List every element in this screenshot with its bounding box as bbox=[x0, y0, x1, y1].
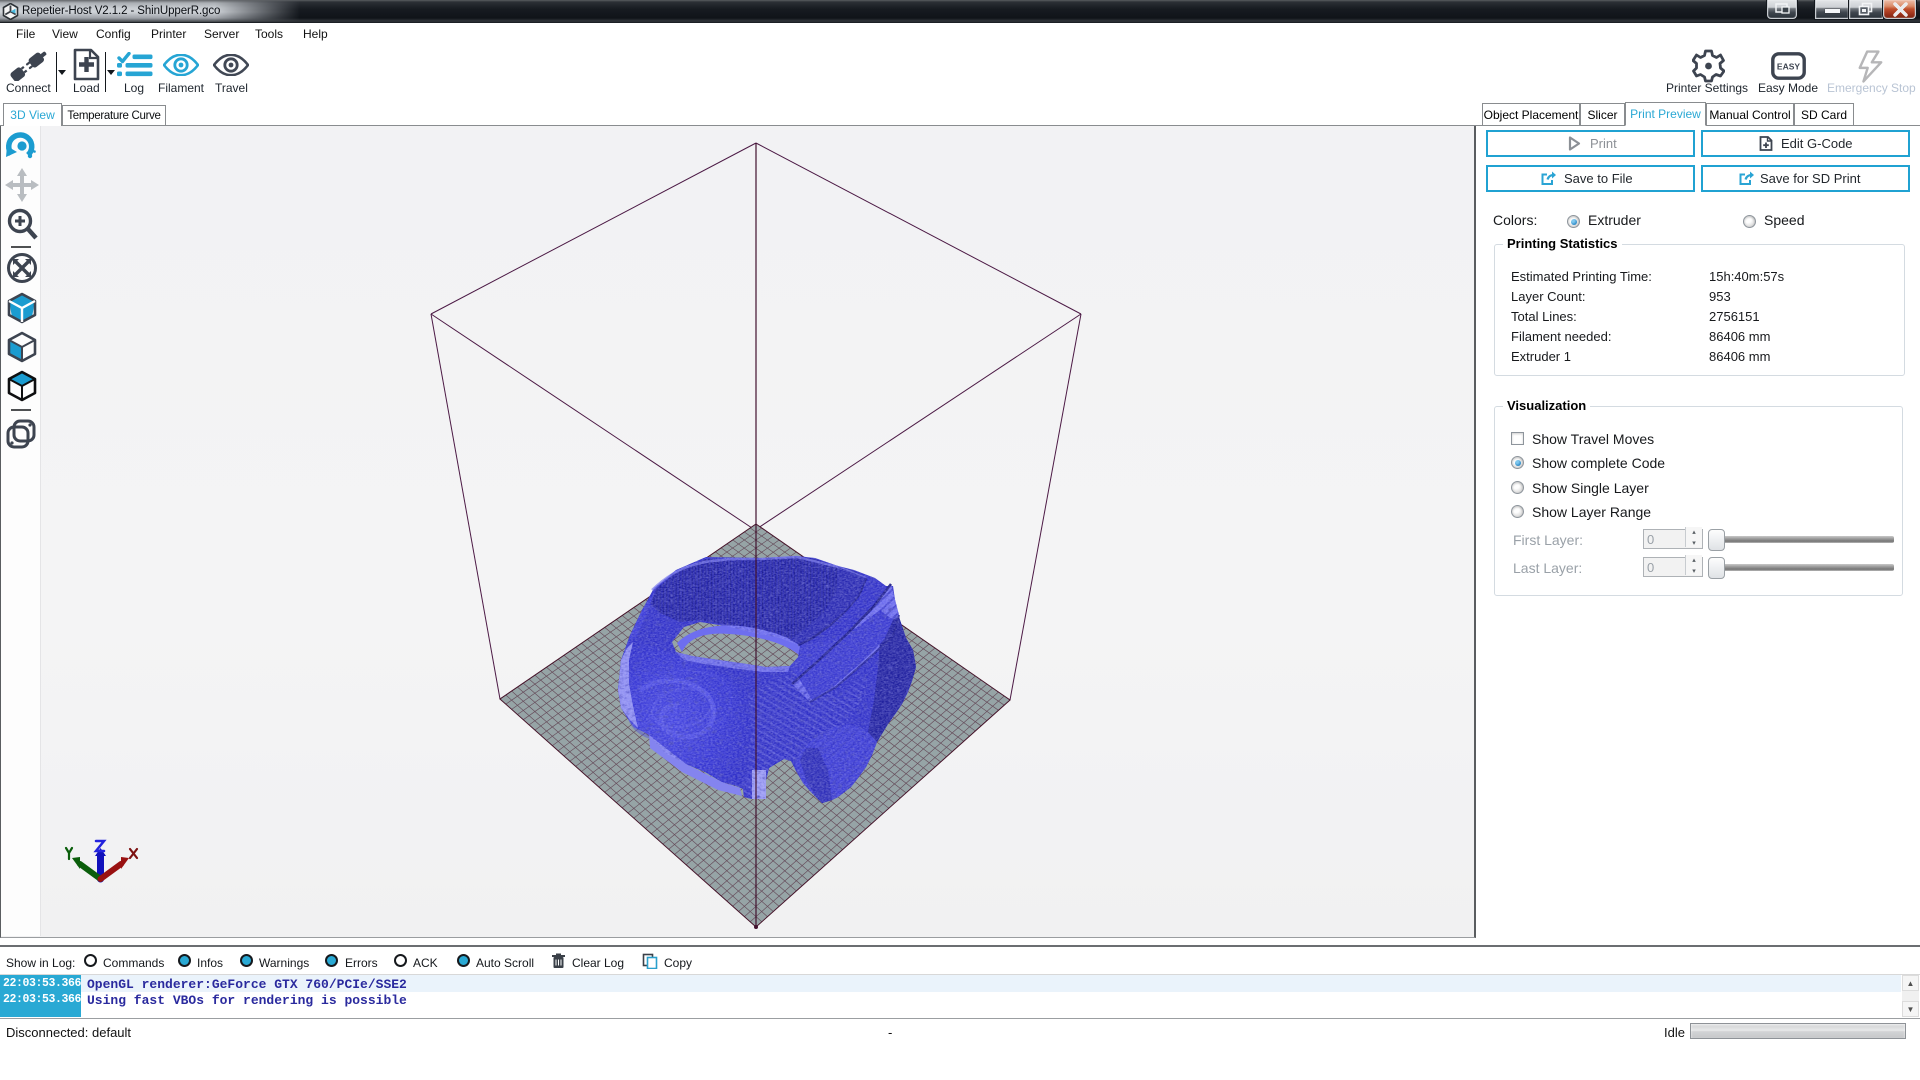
svg-text:EASY: EASY bbox=[1777, 62, 1800, 72]
